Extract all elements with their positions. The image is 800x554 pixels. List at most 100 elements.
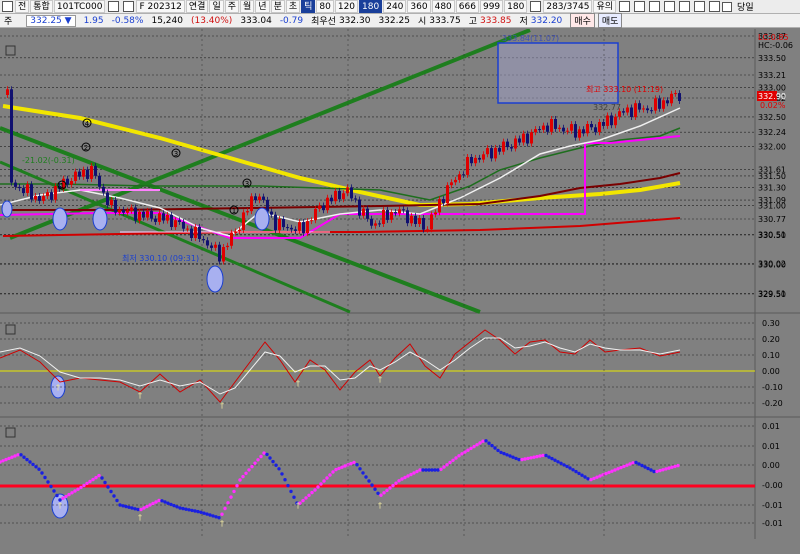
osc2-dot [343,464,347,468]
mid-note: 332.77 [593,103,621,112]
osc2-dot [364,475,368,479]
osc2-dot [79,485,83,490]
toolbar-caution[interactable]: 유의 [593,0,617,13]
osc2-dot [640,463,644,468]
candle-body [406,210,409,224]
today-checkbox[interactable] [722,1,733,12]
osc2-dot [391,483,395,488]
toolbar-360[interactable]: 360 [407,0,431,13]
toolbar-year[interactable]: 년 [255,0,270,13]
osc2-dot [337,466,341,471]
osc2-dot [169,502,173,507]
osc2-dot [370,483,374,487]
osc2-dot [535,454,539,459]
toolbar-day[interactable]: 일 [209,0,224,13]
range-box[interactable] [497,42,619,104]
osc2-dot [88,479,92,484]
settings-icon[interactable] [619,1,631,12]
candle-body [562,127,565,132]
candle-body [550,119,553,132]
svg-text:†: † [220,401,224,410]
osc2-dot [325,476,329,480]
candle-body [382,209,385,224]
sell-button[interactable]: 매도 [597,13,623,28]
candle-body [170,214,173,227]
toolbar-week[interactable]: 주 [224,0,239,13]
candle-body [278,219,281,231]
osc2-dot [502,451,506,456]
osc2-dot [538,454,542,458]
search-icon[interactable] [108,1,120,12]
osc2-dot [106,485,110,489]
candle-body [350,187,353,199]
candle-body [614,116,617,126]
osc2-dot [154,500,158,504]
candle-body [290,227,293,230]
zoom-icon[interactable] [664,1,676,12]
osc2-tick-label: -0.00 [762,481,783,490]
toolbar-480[interactable]: 480 [431,0,455,13]
osc1-tick-label: 0.30 [762,319,780,328]
osc2-dot [490,443,494,448]
candle-body [66,178,69,185]
candle-body [442,199,445,204]
bar-icon[interactable] [530,1,542,12]
osc2-dot [181,506,185,511]
toolbar-mode[interactable]: 전 [15,0,30,13]
candle-body [674,93,677,95]
save-icon[interactable] [694,1,706,12]
candle-body [126,210,129,213]
toolbar-80[interactable]: 80 [316,0,334,13]
toolbar-180[interactable]: 180 [359,0,383,13]
toolbar-240[interactable]: 240 [383,0,407,13]
candle-body [666,100,669,104]
toolbar-code[interactable]: 101TC000 [53,0,106,13]
trading-chart[interactable]: 333.87333.50333.21333.00332.82332.50332.… [0,29,800,539]
toolbar-contract[interactable]: F 202312 [136,0,185,13]
osc2-dot [277,467,281,471]
osc2-dot [664,467,668,471]
toolbar-tick[interactable]: 틱 [301,0,316,13]
candle-body [274,214,277,231]
osc2-dot [166,501,170,505]
candle-body [414,215,417,224]
osc2-dot [259,454,263,459]
window-icon[interactable] [2,1,13,12]
osc2-dot [274,463,278,467]
toolbar-999[interactable]: 999 [479,0,504,13]
quote-volume-pct: (13.40%) [190,15,233,26]
osc2-dot [388,486,392,490]
osc2-dot [415,469,419,474]
toolbar-link[interactable]: 연결 [185,0,209,13]
osc2-dot [136,507,140,512]
toolbar-minute[interactable]: 분 [270,0,285,13]
osc1-tick-label: 0.20 [762,335,780,344]
layout-icon[interactable] [709,1,721,12]
osc2-dot [13,454,17,458]
osc2-dot [94,475,98,480]
osc2-dot [562,463,566,467]
toolbar-120[interactable]: 120 [334,0,359,13]
osc2-dot [418,468,422,472]
osc2-dot [607,470,611,475]
print-icon[interactable] [679,1,691,12]
osc2-dot [616,467,620,471]
candle-body [22,188,25,194]
candle-body [650,110,653,112]
candle-body [94,165,97,176]
drawing-icon[interactable] [634,1,646,12]
osc2-dot [124,504,128,509]
tick-count-select[interactable]: 180 [504,0,528,13]
candle-body [114,200,117,213]
toolbar-666[interactable]: 666 [455,0,479,13]
toolbar-market[interactable]: 통합 [30,0,53,13]
grid-icon[interactable] [649,1,661,12]
list-icon[interactable] [123,1,135,12]
toolbar-second[interactable]: 초 [285,0,301,13]
toolbar-month[interactable]: 월 [240,0,255,13]
osc2-dot [28,460,32,464]
lc-label: LC:0.85 [758,33,789,42]
candle-body [630,107,633,117]
buy-button[interactable]: 매수 [570,13,595,28]
signal-ellipse [92,207,108,231]
